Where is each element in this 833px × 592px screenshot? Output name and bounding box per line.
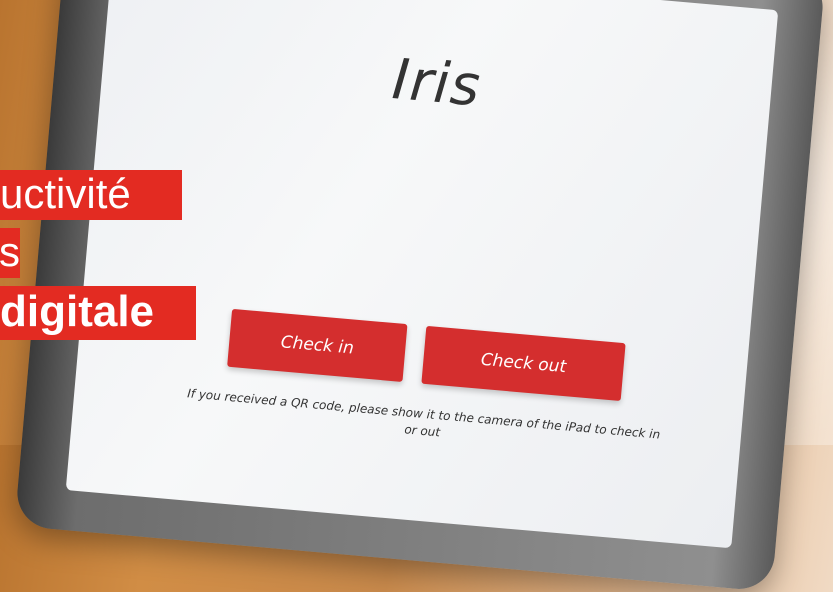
check-in-button[interactable]: Check in [227, 308, 408, 382]
headline-line-3: digitale [0, 286, 196, 340]
headline-line-2: s [0, 228, 20, 278]
headline-line-1: uctivité [0, 170, 182, 220]
headline-overlay: uctivité s digitale [0, 170, 196, 348]
check-out-button[interactable]: Check out [421, 325, 626, 402]
app-title: Iris [389, 47, 484, 120]
